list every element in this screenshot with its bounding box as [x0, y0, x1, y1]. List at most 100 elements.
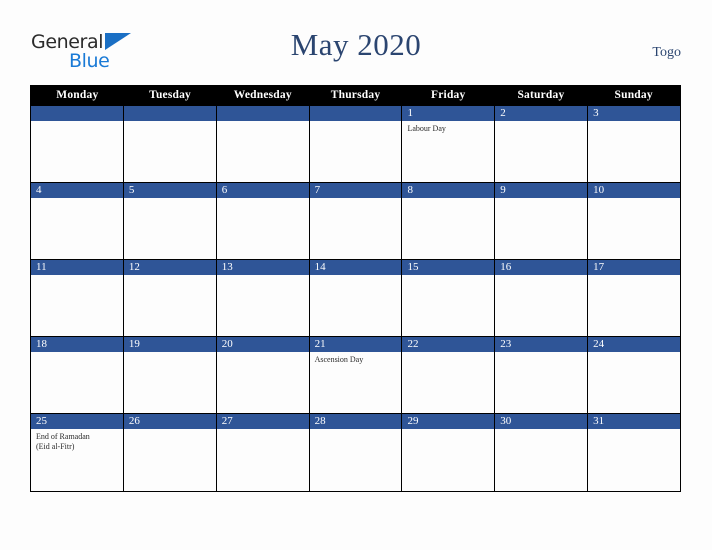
calendar-day-cell[interactable]: 4 — [31, 183, 124, 259]
day-header-wednesday: Wednesday — [233, 89, 292, 101]
calendar-day-cell[interactable]: 27 — [216, 414, 310, 491]
day-events — [124, 352, 216, 413]
day-events — [217, 429, 309, 491]
calendar-day-cell[interactable]: 26 — [123, 414, 217, 491]
calendar-day-cell[interactable]: 8 — [402, 183, 496, 259]
holiday-label: Labour Day — [407, 124, 446, 133]
day-number: 16 — [495, 260, 588, 275]
calendar-day-cell[interactable]: 13 — [216, 260, 310, 336]
day-number: 30 — [495, 414, 588, 429]
day-number: 11 — [31, 260, 123, 275]
page-header: General Blue May 2020 Togo — [0, 0, 712, 85]
calendar-day-cell[interactable]: 10 — [588, 183, 681, 259]
calendar-day-cell[interactable] — [123, 106, 217, 182]
day-events — [588, 121, 680, 182]
calendar-day-cell[interactable]: 31 — [588, 414, 681, 491]
day-number: 2 — [495, 106, 588, 121]
calendar-day-cell[interactable] — [216, 106, 310, 182]
day-number: 19 — [123, 337, 216, 352]
day-events — [124, 429, 216, 491]
day-events — [310, 429, 402, 491]
day-events — [402, 429, 494, 491]
day-events — [31, 121, 123, 182]
day-events — [217, 121, 309, 182]
day-events — [495, 352, 587, 413]
day-events — [310, 121, 402, 182]
day-header-friday: Friday — [431, 89, 466, 101]
day-number — [309, 106, 402, 121]
day-events — [217, 275, 309, 336]
day-number: 10 — [588, 183, 681, 198]
day-events — [310, 198, 402, 259]
day-number: 13 — [216, 260, 309, 275]
day-events — [402, 198, 494, 259]
calendar-day-cell[interactable] — [309, 106, 403, 182]
day-number: 3 — [588, 106, 681, 121]
day-events — [495, 275, 587, 336]
calendar-page: General Blue May 2020 Togo Monday Tuesda… — [0, 0, 712, 550]
calendar-day-cell[interactable]: 11 — [31, 260, 124, 336]
calendar-day-cell[interactable]: 3 — [588, 106, 681, 182]
calendar-week-row: 18 19 20 21 Ascension Day 22 23 24 — [31, 337, 681, 414]
calendar-day-cell[interactable]: 5 — [123, 183, 217, 259]
calendar-day-cell[interactable]: 30 — [495, 414, 589, 491]
day-of-week-header-row: Monday Tuesday Wednesday Thursday Friday… — [31, 85, 680, 106]
calendar-day-cell[interactable]: 6 — [216, 183, 310, 259]
calendar-week-row: 4 5 6 7 8 9 10 — [31, 183, 681, 260]
calendar-day-cell[interactable]: 17 — [588, 260, 681, 336]
country-label: Togo — [652, 45, 681, 60]
calendar-day-cell[interactable]: 29 — [402, 414, 496, 491]
calendar-day-cell[interactable]: 23 — [495, 337, 589, 413]
day-number: 31 — [588, 414, 681, 429]
day-events — [217, 198, 309, 259]
calendar-day-cell[interactable]: 9 — [495, 183, 589, 259]
day-number: 9 — [495, 183, 588, 198]
day-events — [217, 352, 309, 413]
day-events — [588, 198, 680, 259]
day-number — [216, 106, 309, 121]
calendar-day-cell[interactable]: 28 — [309, 414, 403, 491]
calendar-day-cell[interactable]: 2 — [495, 106, 589, 182]
day-header-sunday: Sunday — [614, 89, 653, 101]
calendar-day-cell[interactable]: 7 — [309, 183, 403, 259]
calendar-week-row: 1 Labour Day 2 3 — [31, 106, 681, 183]
calendar-week-row: 11 12 13 14 15 16 17 — [31, 260, 681, 337]
calendar-day-cell[interactable]: 22 — [402, 337, 496, 413]
calendar-day-cell[interactable]: 14 — [309, 260, 403, 336]
day-number: 18 — [31, 337, 123, 352]
calendar-day-cell[interactable]: 24 — [588, 337, 681, 413]
day-events — [310, 275, 402, 336]
day-number: 1 — [402, 106, 495, 121]
calendar-day-cell[interactable] — [31, 106, 124, 182]
day-events — [588, 275, 680, 336]
day-events — [588, 352, 680, 413]
day-number: 4 — [31, 183, 123, 198]
day-number: 26 — [123, 414, 216, 429]
calendar-day-cell[interactable]: 21 Ascension Day — [309, 337, 403, 413]
calendar-day-cell[interactable]: 16 — [495, 260, 589, 336]
calendar-day-cell[interactable]: 15 — [402, 260, 496, 336]
calendar-day-cell[interactable]: 20 — [216, 337, 310, 413]
holiday-label: Ascension Day — [314, 355, 364, 364]
calendar-day-cell[interactable]: 12 — [123, 260, 217, 336]
day-number: 21 — [309, 337, 402, 352]
calendar-day-cell[interactable]: 19 — [123, 337, 217, 413]
day-number: 8 — [402, 183, 495, 198]
day-events — [402, 352, 494, 413]
page-title: May 2020 — [290, 27, 422, 62]
day-header-monday: Monday — [56, 89, 99, 101]
day-number: 7 — [309, 183, 402, 198]
day-number: 14 — [309, 260, 402, 275]
day-number: 24 — [588, 337, 681, 352]
day-number: 27 — [216, 414, 309, 429]
day-events — [495, 198, 587, 259]
day-header-saturday: Saturday — [517, 89, 565, 101]
day-number: 17 — [588, 260, 681, 275]
calendar-day-cell[interactable]: 18 — [31, 337, 124, 413]
day-events: Labour Day — [402, 121, 494, 182]
calendar-day-cell[interactable]: 1 Labour Day — [402, 106, 496, 182]
day-events — [495, 429, 587, 491]
calendar-day-cell[interactable]: 25 End of Ramadan (Eid al-Fitr) — [31, 414, 124, 491]
calendar-week-row: 25 End of Ramadan (Eid al-Fitr) 26 27 28 29 30… — [31, 414, 681, 491]
day-number: 12 — [123, 260, 216, 275]
